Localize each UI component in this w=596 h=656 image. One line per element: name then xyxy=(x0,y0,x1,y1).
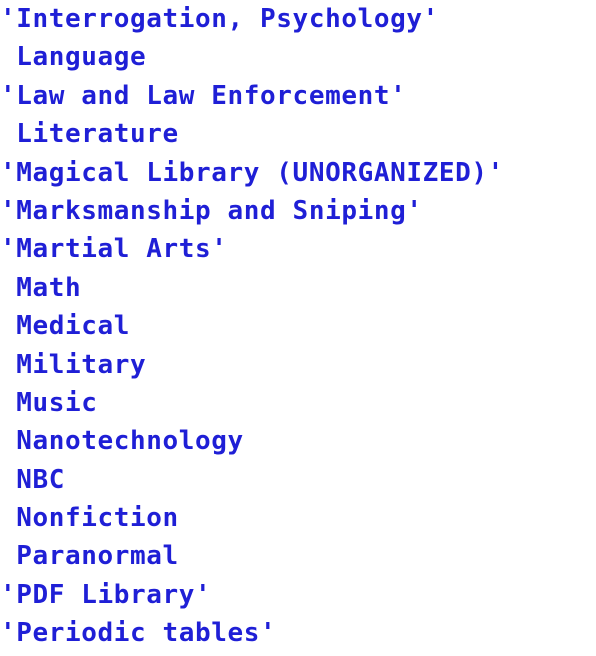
directory-listing: 'Interrogation, Psychology' Language 'La… xyxy=(0,0,596,656)
directory-entry[interactable]: 'Interrogation, Psychology' xyxy=(0,0,596,38)
directory-entry[interactable]: Medical xyxy=(0,307,596,345)
directory-entry[interactable]: Math xyxy=(0,269,596,307)
directory-entry[interactable]: Nonfiction xyxy=(0,499,596,537)
directory-entry[interactable]: Language xyxy=(0,38,596,76)
directory-entry[interactable]: 'Periodic tables' xyxy=(0,614,596,652)
directory-entry[interactable]: 'Magical Library (UNORGANIZED)' xyxy=(0,154,596,192)
directory-entry[interactable]: Music xyxy=(0,384,596,422)
directory-entry[interactable]: 'Marksmanship and Sniping' xyxy=(0,192,596,230)
directory-entry[interactable]: 'PDF Library' xyxy=(0,576,596,614)
directory-entry[interactable]: Military xyxy=(0,346,596,384)
directory-entry[interactable]: Literature xyxy=(0,115,596,153)
directory-entry[interactable]: Nanotechnology xyxy=(0,422,596,460)
directory-entry[interactable]: 'Martial Arts' xyxy=(0,230,596,268)
directory-entry[interactable]: 'Law and Law Enforcement' xyxy=(0,77,596,115)
directory-entry[interactable]: Paranormal xyxy=(0,537,596,575)
directory-entry[interactable]: NBC xyxy=(0,461,596,499)
